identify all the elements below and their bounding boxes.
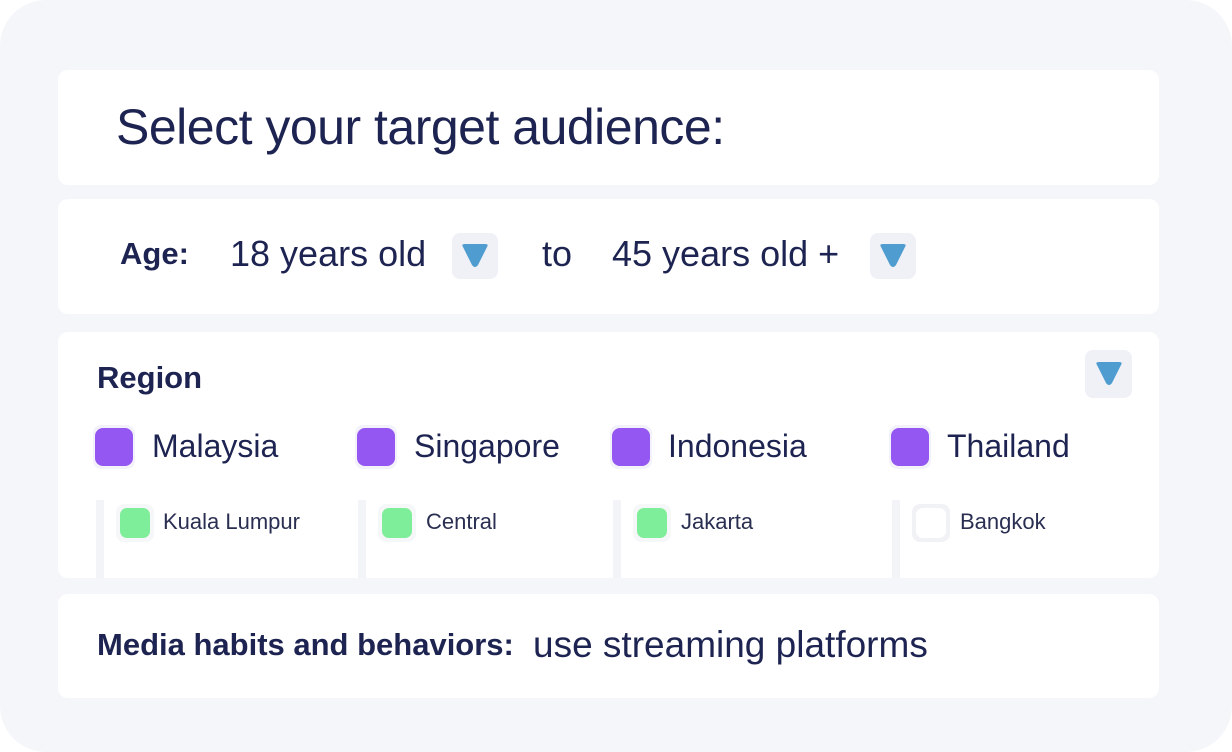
city-checkbox-jakarta[interactable] <box>633 504 671 542</box>
age-to-word: to <box>542 233 573 274</box>
country-label-malaysia: Malaysia <box>152 428 279 464</box>
region-dropdown-button[interactable] <box>1085 350 1132 398</box>
city-label-bangkok: Bangkok <box>960 509 1046 534</box>
age-label: Age: <box>120 236 189 271</box>
checkbox-fill <box>891 428 929 466</box>
country-label-singapore: Singapore <box>414 428 560 464</box>
country-label-thailand: Thailand <box>947 428 1070 464</box>
chevron-down-icon <box>1095 362 1122 385</box>
checkbox-fill <box>95 428 133 466</box>
city-label-kuala-lumpur: Kuala Lumpur <box>163 509 300 534</box>
media-card: Media habits and behaviors: use streamin… <box>58 594 1159 698</box>
checkbox-fill <box>637 508 667 538</box>
country-checkbox-indonesia[interactable] <box>610 425 652 469</box>
chevron-down-icon <box>462 244 488 267</box>
audience-panel: Select your target audience: Age: 18 yea… <box>0 0 1232 752</box>
chevron-down-icon <box>880 244 906 267</box>
country-label-indonesia: Indonesia <box>668 428 807 464</box>
city-checkbox-central[interactable] <box>378 504 416 542</box>
media-label: Media habits and behaviors: <box>97 627 514 662</box>
country-checkbox-singapore[interactable] <box>355 425 397 469</box>
region-card: Region Malaysia Kuala Lumpur Singapore C… <box>58 332 1159 578</box>
title-card: Select your target audience: <box>58 70 1159 185</box>
region-label: Region <box>97 360 203 395</box>
checkbox-fill <box>916 508 946 538</box>
age-from-dropdown-button[interactable] <box>452 233 498 279</box>
city-label-central: Central <box>426 509 497 534</box>
country-checkbox-malaysia[interactable] <box>93 425 135 469</box>
city-checkbox-bangkok[interactable] <box>912 504 950 542</box>
checkbox-fill <box>612 428 650 466</box>
age-from-value[interactable]: 18 years old <box>230 233 426 275</box>
age-to-value[interactable]: 45 years old + <box>612 233 839 275</box>
country-checkbox-thailand[interactable] <box>889 425 931 469</box>
checkbox-fill <box>120 508 150 538</box>
age-card: Age: 18 years old to 45 years old + <box>58 199 1159 314</box>
media-value[interactable]: use streaming platforms <box>533 624 928 666</box>
checkbox-fill <box>357 428 395 466</box>
city-label-jakarta: Jakarta <box>681 509 754 534</box>
page-title: Select your target audience: <box>116 99 725 155</box>
age-to-dropdown-button[interactable] <box>870 233 916 279</box>
city-checkbox-kuala-lumpur[interactable] <box>116 504 154 542</box>
checkbox-fill <box>382 508 412 538</box>
